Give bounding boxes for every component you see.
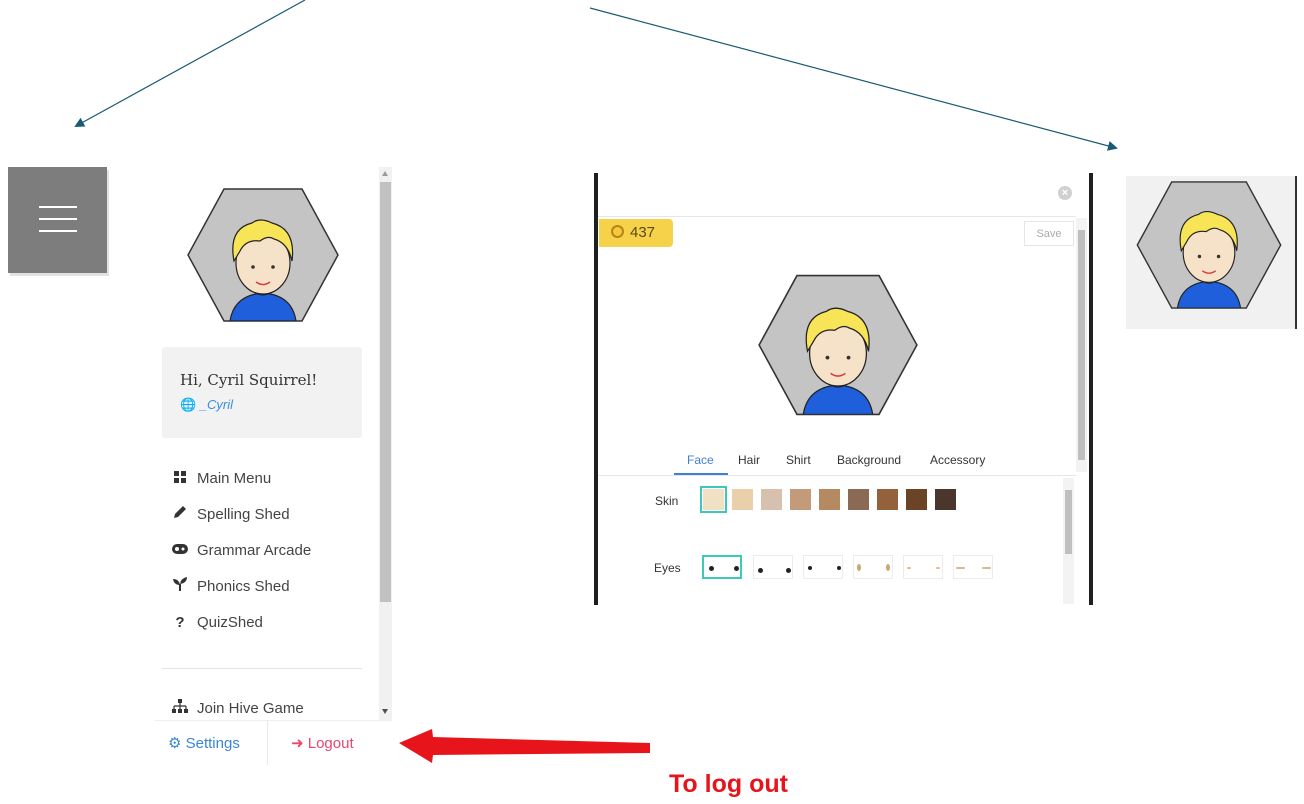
eyes-option[interactable] [953,555,993,579]
eyes-option[interactable] [853,555,893,579]
menu-label: Phonics Shed [197,578,290,595]
settings-label: Settings [185,735,240,752]
skin-swatch[interactable] [819,489,840,510]
globe-icon: 🌐 [180,397,197,412]
skin-swatch[interactable] [790,489,811,510]
eyes-option[interactable] [753,555,793,579]
gamepad-icon [172,541,188,561]
sidebar-scrollbar[interactable] [379,167,392,720]
menu-label: Main Menu [197,470,272,487]
divider [598,475,1076,476]
sidebar-avatar[interactable] [186,187,340,323]
menu-label: Spelling Shed [197,506,290,523]
avatar-thumbnail[interactable] [1135,180,1283,310]
eyes-label: Eyes [654,561,681,575]
skin-swatch[interactable] [848,489,869,510]
arrow-to-avatar-thumbnail [589,7,1118,151]
hierarchy-icon [172,699,188,719]
red-arrow-to-logout [399,729,650,763]
scrollbar-thumb[interactable] [380,182,391,602]
scroll-down-icon[interactable] [382,709,388,714]
menu-item-grammar-arcade[interactable]: Grammar Arcade [172,541,311,561]
scrollbar-thumb[interactable] [1078,230,1085,460]
menu-item-quizshed[interactable]: ? QuizShed [172,613,263,633]
menu-item-join-hive-game[interactable]: Join Hive Game [172,699,304,719]
skin-swatch[interactable] [906,489,927,510]
menu-bar-icon [39,206,77,208]
tab-face[interactable]: Face [687,453,714,467]
menu-item-phonics-shed[interactable]: Phonics Shed [172,577,290,597]
sign-out-icon: ➜ [291,735,304,752]
eyes-option[interactable] [702,555,742,579]
logout-button[interactable]: ➜ Logout [291,734,354,752]
menu-bar-icon [39,218,77,220]
menu-bar-icon [39,230,77,232]
logout-label: Logout [307,735,354,752]
tab-hair[interactable]: Hair [738,453,760,467]
menu-item-spelling-shed[interactable]: Spelling Shed [172,505,290,525]
options-scrollbar[interactable] [1063,478,1074,604]
greeting-card: Hi, Cyril Squirrel! 🌐 _Cyril [162,347,362,438]
coin-count: 437 [630,224,656,241]
avatar-preview [758,274,918,416]
username-link[interactable]: 🌐 _Cyril [180,397,233,413]
menu-label: QuizShed [197,614,263,631]
divider [162,668,362,669]
skin-swatch[interactable] [935,489,956,510]
menu-label: Join Hive Game [197,700,304,717]
menu-item-main-menu[interactable]: Main Menu [172,469,271,489]
arrow-to-hamburger [74,0,306,127]
logout-annotation: To log out [669,770,788,798]
skin-swatch[interactable] [761,489,782,510]
skin-swatch[interactable] [732,489,753,510]
grid-icon [172,469,188,489]
tab-background[interactable]: Background [837,453,901,467]
question-icon: ? [175,614,185,631]
divider [598,216,1076,217]
sprout-icon [172,577,188,597]
scroll-up-icon[interactable] [382,171,388,176]
skin-swatch[interactable] [700,486,727,513]
save-button[interactable]: Save [1024,221,1074,246]
skin-label: Skin [655,494,679,508]
sidebar-footer: ⚙ Settings ➜ Logout [155,720,392,765]
skin-swatch[interactable] [877,489,898,510]
close-icon[interactable]: × [1058,186,1072,200]
tab-accessory[interactable]: Accessory [930,453,985,467]
eyes-option[interactable] [803,555,843,579]
honey-pot-icon [611,225,624,238]
footer-divider [267,721,268,765]
username-text: _Cyril [199,397,234,412]
editor-border [1089,173,1093,605]
menu-label: Grammar Arcade [197,542,312,559]
settings-button[interactable]: ⚙ Settings [168,734,240,752]
editor-border [594,173,598,605]
greeting-text: Hi, Cyril Squirrel! [180,371,318,389]
panel-edge [1295,176,1297,329]
eyes-option[interactable] [903,555,943,579]
tab-shirt[interactable]: Shirt [786,453,811,467]
pencil-icon [172,505,188,525]
scrollbar-thumb[interactable] [1065,490,1072,554]
coin-badge: 437 [599,219,673,247]
editor-scrollbar[interactable] [1076,218,1087,472]
gear-icon: ⚙ [168,735,182,752]
hamburger-menu-button[interactable] [8,167,107,273]
